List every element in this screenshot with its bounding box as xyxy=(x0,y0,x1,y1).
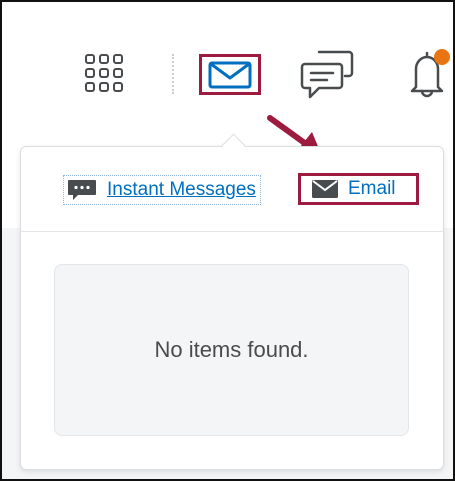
tab-instant-messages-label: Instant Messages xyxy=(107,179,256,200)
tab-instant-messages[interactable]: Instant Messages xyxy=(63,175,261,205)
chat-bubbles-icon[interactable] xyxy=(299,48,355,100)
waffle-grid-icon[interactable] xyxy=(84,53,124,93)
speech-bubble-icon xyxy=(68,180,96,200)
email-dropdown: Instant Messages Email No items found. xyxy=(20,146,444,470)
email-nav-button[interactable] xyxy=(199,54,261,95)
envelope-icon xyxy=(208,61,252,89)
navbar-separator xyxy=(172,54,174,94)
notification-dot xyxy=(434,49,450,65)
empty-state: No items found. xyxy=(54,264,409,436)
screenshot-frame: Instant Messages Email No items found. xyxy=(0,0,455,481)
dropdown-tabs: Instant Messages Email xyxy=(21,147,443,232)
envelope-icon xyxy=(312,180,338,198)
bell-icon[interactable] xyxy=(401,43,453,103)
empty-state-message: No items found. xyxy=(154,337,309,362)
navbar xyxy=(2,2,453,122)
tab-email[interactable]: Email xyxy=(298,173,419,205)
tab-email-label: Email xyxy=(348,178,396,199)
